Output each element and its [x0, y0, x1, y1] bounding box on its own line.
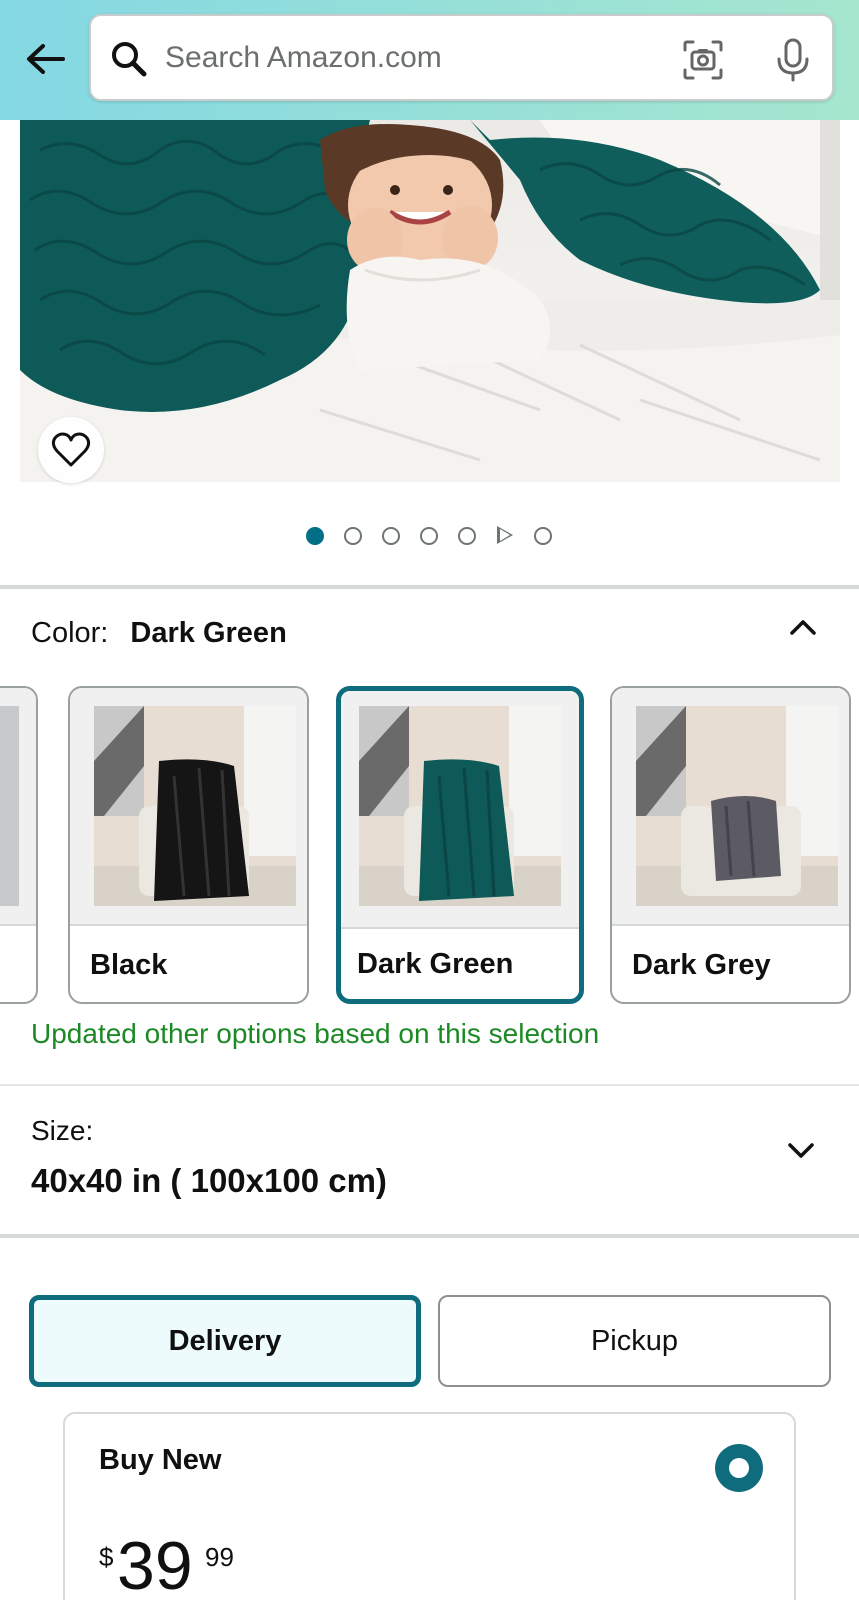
size-label: Size:: [31, 1115, 94, 1146]
swatch-label-black: Black: [90, 949, 168, 981]
swatch-thumbnail: [94, 706, 296, 906]
add-to-wishlist-button[interactable]: [38, 417, 104, 483]
buy-new-card[interactable]: Buy New $ 39 99: [63, 1412, 796, 1600]
size-value[interactable]: 40x40 in ( 100x100 cm): [31, 1162, 387, 1200]
chevron-down-icon[interactable]: [784, 1133, 818, 1167]
swatch-thumbnail-area: [70, 688, 307, 926]
section-divider: [0, 1234, 859, 1238]
pager-dot-3[interactable]: [382, 527, 400, 545]
camera-scan-icon[interactable]: [681, 38, 725, 82]
swatch-thumbnail: [0, 706, 19, 906]
pager-dot-5[interactable]: [458, 527, 476, 545]
pager-dot-7[interactable]: [534, 527, 552, 545]
microphone-icon[interactable]: [771, 36, 815, 84]
selected-color-value: Dark Green: [130, 617, 287, 649]
selection-update-note: Updated other options based on this sele…: [31, 1018, 600, 1049]
pager-dot-4[interactable]: [420, 527, 438, 545]
swatch-label-dark-grey: Dark Grey: [632, 949, 771, 981]
swatch-thumbnail: [359, 706, 561, 906]
buy-new-radio[interactable]: [715, 1444, 763, 1492]
color-label: Color:: [31, 617, 109, 649]
pager-dot-2[interactable]: [344, 527, 362, 545]
color-swatch-dark-green[interactable]: Dark Green: [336, 686, 584, 1004]
search-input[interactable]: [165, 34, 645, 82]
color-selector-header: Color: Dark Green: [31, 617, 287, 650]
search-icon: [112, 42, 147, 77]
swatch-thumbnail-area: [0, 688, 36, 926]
color-swatch-black[interactable]: Black: [68, 686, 309, 1004]
price-fraction: 99: [205, 1542, 234, 1572]
video-play-icon[interactable]: [497, 526, 513, 544]
search-bar[interactable]: [89, 14, 834, 101]
swatch-thumbnail-area: [612, 688, 849, 926]
product-photo: [20, 120, 840, 482]
section-divider: [0, 1084, 859, 1086]
swatch-label-dark-green: Dark Green: [357, 948, 514, 980]
back-arrow-icon: [27, 44, 65, 74]
swatch-thumbnail-area: [341, 691, 579, 929]
color-swatch-dark-grey[interactable]: Dark Grey: [610, 686, 851, 1004]
heart-icon: [51, 432, 91, 467]
delivery-button[interactable]: Delivery: [29, 1295, 421, 1387]
price-currency: $: [99, 1542, 114, 1572]
color-swatch-partial[interactable]: [0, 686, 38, 1004]
swatch-thumbnail: [636, 706, 838, 906]
section-divider: [0, 585, 859, 589]
product-image[interactable]: [20, 120, 840, 482]
buy-new-title: Buy New: [99, 1444, 222, 1476]
price-whole: 39: [117, 1528, 193, 1600]
back-button[interactable]: [20, 34, 70, 84]
chevron-up-icon[interactable]: [786, 610, 820, 644]
top-bar: [0, 0, 859, 120]
image-pager: [0, 522, 859, 550]
pickup-button[interactable]: Pickup: [438, 1295, 831, 1387]
pager-dot-1[interactable]: [306, 527, 324, 545]
